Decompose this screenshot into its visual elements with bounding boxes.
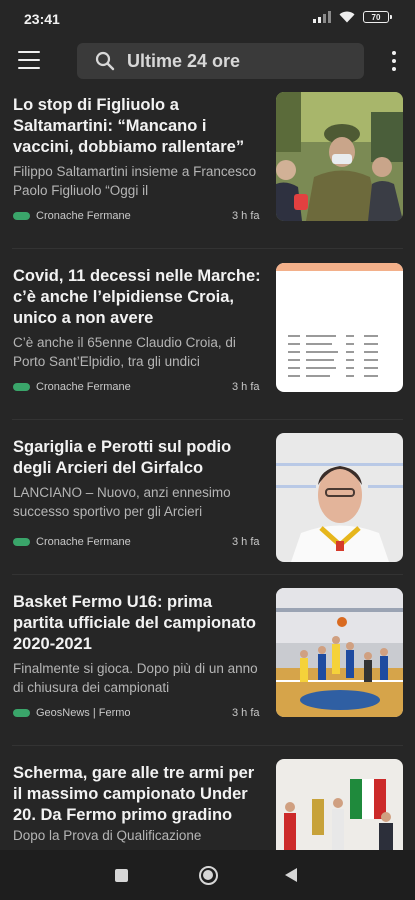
news-feed[interactable]: Lo stop di Figliuolo a Saltamartini: “Ma… <box>0 86 415 850</box>
menu-icon[interactable] <box>18 51 40 69</box>
article-thumbnail[interactable] <box>276 588 403 717</box>
article-thumbnail[interactable] <box>276 759 403 850</box>
article-snippet: Filippo Saltamartini insieme a Francesco… <box>13 164 257 198</box>
battery-icon: 70 <box>363 11 392 23</box>
article-time: 3 h fa <box>232 707 260 719</box>
thumbnail-image <box>276 433 403 562</box>
news-card[interactable]: Scherma, gare alle tre armi per il massi… <box>0 746 415 850</box>
article-snippet: C’è anche il 65enne Claudio Croia, di Po… <box>13 335 236 369</box>
news-card[interactable]: Basket Fermo U16: prima partita ufficial… <box>0 575 415 746</box>
article-source[interactable]: Cronache Fermane <box>13 381 131 393</box>
thumbnail-image <box>276 263 403 392</box>
article-source[interactable]: Cronache Fermane <box>13 210 131 222</box>
article-time: 3 h fa <box>232 381 260 393</box>
source-name: Cronache Fermane <box>36 210 131 222</box>
nav-home-icon[interactable] <box>199 866 218 885</box>
article-title: Basket Fermo U16: prima partita ufficial… <box>13 593 256 653</box>
article-thumbnail[interactable] <box>276 433 403 562</box>
search-query: Ultime 24 ore <box>127 50 241 71</box>
status-time: 23:41 <box>24 11 60 27</box>
news-card[interactable]: Sgariglia e Perotti sul podio degli Arci… <box>0 420 415 575</box>
wifi-icon <box>339 11 355 23</box>
thumbnail-image <box>276 759 403 850</box>
top-app-bar: Ultime 24 ore <box>0 36 415 86</box>
source-name: Cronache Fermane <box>36 381 131 393</box>
nav-recents-icon[interactable] <box>115 869 128 882</box>
battery-level: 70 <box>371 12 381 22</box>
article-title: Sgariglia e Perotti sul podio degli Arci… <box>13 438 232 477</box>
system-nav-bar <box>0 850 415 900</box>
article-title: Lo stop di Figliuolo a Saltamartini: “Ma… <box>13 96 245 156</box>
article-snippet: Finalmente si gioca. Dopo più di un anno… <box>13 661 258 695</box>
article-snippet: Dopo la Prova di Qualificazione <box>13 828 202 843</box>
status-icons: 70 <box>313 11 392 23</box>
source-badge-icon <box>13 212 30 220</box>
article-time: 3 h fa <box>232 536 260 548</box>
article-source[interactable]: GeosNews | Fermo <box>13 707 131 719</box>
thumbnail-image <box>276 588 403 717</box>
search-icon <box>95 51 115 71</box>
article-thumbnail[interactable] <box>276 92 403 221</box>
news-card[interactable]: Lo stop di Figliuolo a Saltamartini: “Ma… <box>0 86 415 249</box>
status-bar: 23:41 70 <box>0 0 415 36</box>
news-card[interactable]: Covid, 11 decessi nelle Marche: c’è anch… <box>0 249 415 420</box>
source-badge-icon <box>13 383 30 391</box>
source-badge-icon <box>13 538 30 546</box>
source-badge-icon <box>13 709 30 717</box>
thumbnail-image <box>276 92 403 221</box>
article-thumbnail[interactable] <box>276 263 403 392</box>
nav-back-icon[interactable] <box>285 868 297 882</box>
source-name: Cronache Fermane <box>36 536 131 548</box>
signal-icon <box>313 11 331 23</box>
search-bar[interactable]: Ultime 24 ore <box>77 43 364 79</box>
article-title: Covid, 11 decessi nelle Marche: c’è anch… <box>13 267 261 327</box>
article-source[interactable]: Cronache Fermane <box>13 536 131 548</box>
article-title: Scherma, gare alle tre armi per il massi… <box>13 764 255 824</box>
more-vert-icon[interactable] <box>391 51 397 71</box>
article-time: 3 h fa <box>232 210 260 222</box>
source-name: GeosNews | Fermo <box>36 707 131 719</box>
article-snippet: LANCIANO – Nuovo, anzi ennesimo successo… <box>13 485 231 519</box>
